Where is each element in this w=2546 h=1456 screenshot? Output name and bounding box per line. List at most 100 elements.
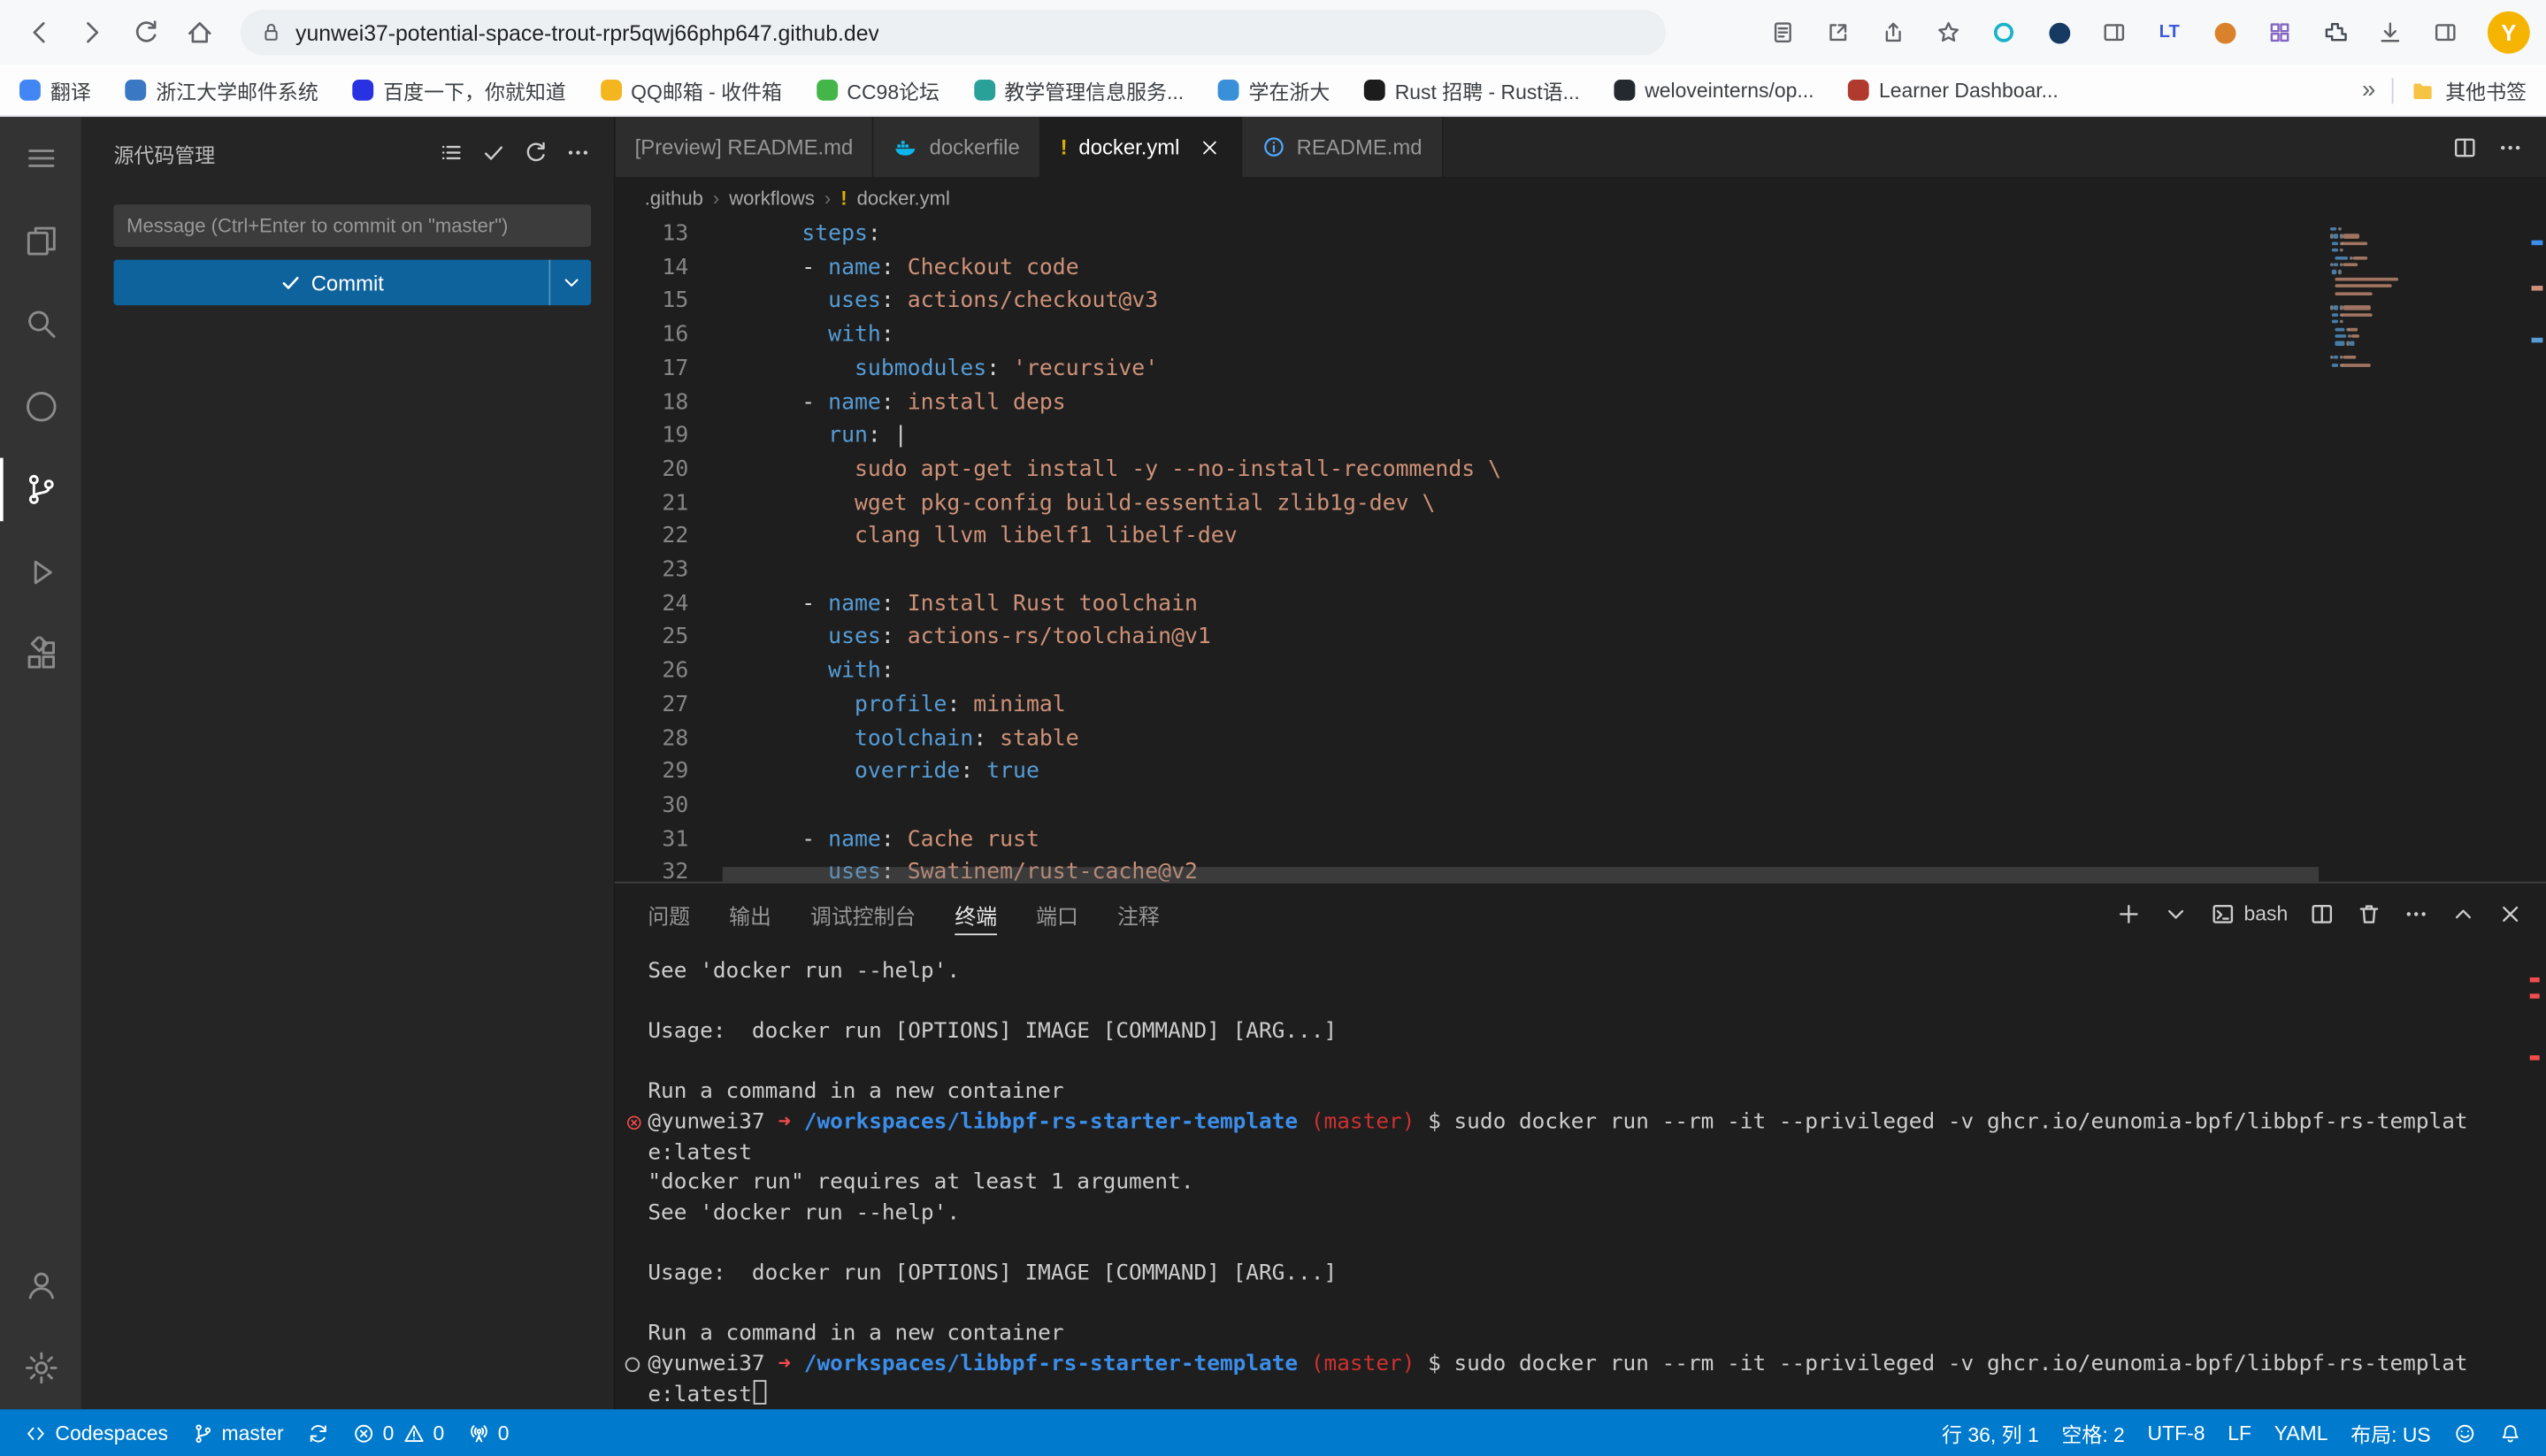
horizontal-scrollbar[interactable] [723,867,2319,882]
ext-teal-ring-icon[interactable] [1979,10,2028,55]
tab-docker-yml[interactable]: !docker.yml [1041,117,1242,177]
home-button[interactable] [177,10,222,55]
scm-commit-button[interactable] [480,140,506,165]
bookmark-item[interactable]: Learner Dashboar... [1848,79,2059,102]
activity-source-control[interactable] [0,448,81,532]
code-line[interactable]: 27 profile: minimal [616,688,2546,722]
branch-indicator[interactable]: master [180,1409,295,1456]
refresh-button[interactable] [123,10,168,55]
close-tab-icon[interactable] [1191,135,1220,158]
bookmarks-overflow-button[interactable]: » [2362,76,2375,103]
new-terminal-button[interactable] [2115,901,2141,927]
bookmark-item[interactable]: CC98论坛 [817,74,939,105]
split-editor-button[interactable] [2452,134,2478,159]
code-line[interactable]: 14 - name: Checkout code [616,251,2546,285]
commit-dropdown-button[interactable] [548,260,591,305]
other-bookmarks-button[interactable]: 其他书签 [2410,74,2527,105]
panel-tab-problems[interactable]: 问题 [648,884,690,946]
code-line[interactable]: 26 with: [616,655,2546,688]
extensions-puzzle-icon[interactable] [2311,10,2359,55]
breadcrumb-item[interactable]: docker.yml [857,186,950,209]
code-line[interactable]: 29 override: true [616,755,2546,789]
close-panel-button[interactable] [2497,901,2523,927]
bookmark-star-icon[interactable] [1924,10,1973,55]
keyboard-layout[interactable]: 布局: US [2339,1409,2442,1456]
panel-tab-comments[interactable]: 注释 [1117,884,1160,946]
tab-dockerfile[interactable]: dockerfile [874,117,1040,177]
commit-button[interactable]: Commit [113,260,591,305]
bookmark-item[interactable]: 百度一下，你就知道 [352,74,565,105]
back-button[interactable] [16,10,61,55]
problems-indicator[interactable]: 00 [341,1409,456,1456]
code-line[interactable]: 31 - name: Cache rust [616,823,2546,856]
panel-tab-ports[interactable]: 端口 [1036,884,1078,946]
shell-selector[interactable]: bash [2210,901,2288,927]
minimap[interactable] [2322,224,2423,881]
panel-tab-output[interactable]: 输出 [729,884,771,946]
tab-readme[interactable]: README.md [1241,117,1443,177]
download-icon[interactable] [2366,10,2414,55]
bookmark-item[interactable]: 浙江大学邮件系统 [125,74,318,105]
terminal[interactable]: See 'docker run --help'. Usage: docker r… [616,945,2546,1412]
code-line[interactable]: 24 - name: Install Rust toolchain [616,587,2546,621]
bookmark-item[interactable]: QQ邮箱 - 收件箱 [600,74,782,105]
breadcrumb-item[interactable]: workflows [729,186,815,209]
scm-view-mode-button[interactable] [439,140,464,165]
code-line[interactable]: 21 wget pkg-config build-essential zlib1… [616,487,2546,520]
activity-run-and-debug[interactable] [0,531,81,614]
activity-explorer[interactable] [0,200,81,283]
forward-button[interactable] [70,10,115,55]
code-line[interactable]: 13 steps: [616,218,2546,251]
code-line[interactable]: 20 sudo apt-get install -y --no-install-… [616,453,2546,487]
bookmark-item[interactable]: 学在浙大 [1218,74,1331,105]
ext-grid-icon[interactable] [2256,10,2304,55]
activity-github[interactable] [0,365,81,448]
code-line[interactable]: 22 clang llvm libelf1 libelf-dev [616,520,2546,554]
breadcrumb-item[interactable]: .github [645,186,703,209]
panel-more-actions-button[interactable] [2404,901,2429,927]
ext-navy-icon[interactable] [2035,10,2083,55]
code-line[interactable]: 18 - name: install deps [616,386,2546,419]
notifications[interactable] [2488,1409,2533,1456]
remote-indicator[interactable]: Codespaces [13,1409,180,1456]
encoding[interactable]: UTF-8 [2136,1409,2217,1456]
activity-menu[interactable] [0,117,81,200]
split-terminal-button[interactable] [2309,901,2335,927]
maximize-panel-button[interactable] [2450,901,2476,927]
share-icon[interactable] [1869,10,1918,55]
cursor-position[interactable]: 行 36, 列 1 [1930,1409,2050,1456]
code-line[interactable]: 25 uses: actions-rs/toolchain@v1 [616,621,2546,655]
side-panel-icon[interactable] [2421,10,2470,55]
code-editor[interactable]: 13 steps:14 - name: Checkout code15 uses… [616,218,2546,882]
breadcrumb[interactable]: .github›workflows›!docker.yml [616,177,2546,218]
ext-orange-icon[interactable] [2200,10,2249,55]
scm-refresh-button[interactable] [523,140,548,165]
indentation[interactable]: 空格: 2 [2051,1409,2136,1456]
address-bar[interactable]: yunwei37-potential-space-trout-rpr5qwj66… [241,10,1667,55]
code-line[interactable]: 17 submodules: 'recursive' [616,352,2546,386]
ext-notes-icon[interactable] [2090,10,2138,55]
tab-preview-readme[interactable]: [Preview] README.md [616,117,875,177]
feedback[interactable] [2442,1409,2488,1456]
eol[interactable]: LF [2216,1409,2262,1456]
bookmark-item[interactable]: weloveinterns/op... [1614,79,1814,102]
commit-message-input[interactable] [113,204,591,247]
code-line[interactable]: 19 run: | [616,419,2546,453]
code-line[interactable]: 30 [616,789,2546,823]
terminal-dropdown-button[interactable] [2163,901,2189,927]
code-line[interactable]: 16 with: [616,318,2546,352]
reading-list-icon[interactable] [1759,10,1807,55]
ports-indicator[interactable]: 0 [456,1409,520,1456]
activity-search[interactable] [0,282,81,365]
code-line[interactable]: 23 [616,554,2546,587]
activity-settings[interactable] [0,1327,81,1410]
editor-more-actions-button[interactable] [2497,134,2523,159]
panel-tab-terminal[interactable]: 终端 [955,884,997,946]
bookmark-item[interactable]: Rust 招聘 - Rust语... [1364,74,1580,105]
code-line[interactable]: 15 uses: actions/checkout@v3 [616,285,2546,318]
language-mode[interactable]: YAML [2263,1409,2339,1456]
bookmark-item[interactable]: 翻译 [19,74,91,105]
open-in-new-icon[interactable] [1814,10,1862,55]
sync-indicator[interactable] [295,1409,341,1456]
panel-tab-debug-console[interactable]: 调试控制台 [810,884,916,946]
